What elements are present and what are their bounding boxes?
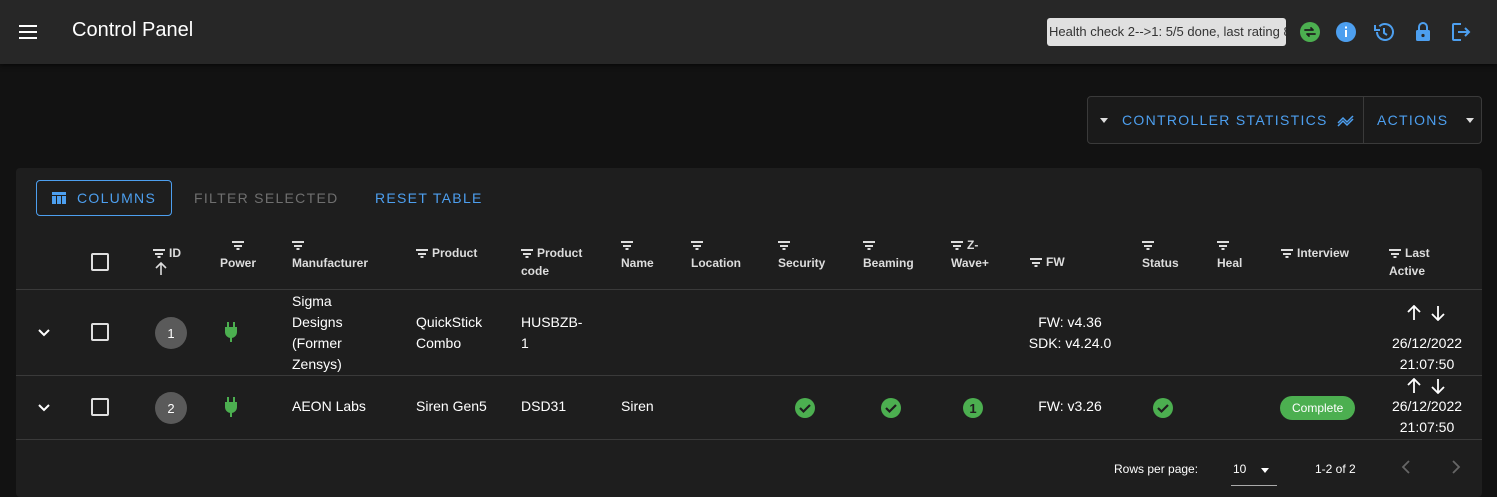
view-column-icon bbox=[52, 192, 66, 204]
manufacturer-cell: Sigma Designs (Former Zensys) bbox=[292, 293, 343, 372]
header-heal[interactable]: Heal bbox=[1217, 236, 1242, 272]
filter-icon[interactable] bbox=[691, 241, 703, 251]
nodes-table-card: COLUMNS FILTER SELECTED RESET TABLE ID P… bbox=[16, 168, 1482, 497]
filter-icon[interactable] bbox=[292, 241, 304, 251]
last-active-cell: 26/12/2022 21:07:50 bbox=[1391, 398, 1463, 435]
controller-statistics-label: CONTROLLER STATISTICS bbox=[1122, 112, 1328, 128]
reset-table-button[interactable]: RESET TABLE bbox=[375, 180, 483, 216]
header-id[interactable]: ID bbox=[153, 244, 181, 281]
filter-icon[interactable] bbox=[153, 249, 165, 259]
filter-icon[interactable] bbox=[1281, 249, 1293, 259]
expand-row-icon[interactable] bbox=[37, 326, 51, 340]
filter-icon[interactable] bbox=[232, 241, 244, 251]
controller-actions-bar: CONTROLLER STATISTICS ACTIONS bbox=[1087, 96, 1482, 144]
name-cell: Siren bbox=[621, 398, 654, 414]
arrow-down-icon[interactable] bbox=[1431, 305, 1445, 321]
zwave-plus-version-badge: 1 bbox=[963, 398, 983, 418]
node-id-badge: 2 bbox=[155, 392, 187, 424]
fw-cell: FW: v3.26 bbox=[1038, 398, 1102, 414]
table-header-row: ID Power Manufacturer Product Product cod… bbox=[16, 232, 1482, 290]
table-row[interactable]: 2 AEON Labs Siren Gen5 DSD31 Siren 1 FW:… bbox=[16, 376, 1482, 440]
trending-icon bbox=[1337, 115, 1354, 127]
last-active-cell: 26/12/2022 21:07:50 bbox=[1391, 335, 1463, 372]
columns-label: COLUMNS bbox=[77, 190, 157, 206]
pagination-range: 1-2 of 2 bbox=[1315, 462, 1356, 476]
filter-icon[interactable] bbox=[1389, 249, 1401, 259]
arrow-up-icon[interactable] bbox=[1407, 378, 1421, 394]
filter-icon[interactable] bbox=[1142, 241, 1154, 251]
filter-icon[interactable] bbox=[778, 241, 790, 251]
filter-icon[interactable] bbox=[1217, 241, 1229, 251]
row-checkbox[interactable] bbox=[91, 398, 109, 416]
header-name[interactable]: Name bbox=[621, 236, 654, 272]
header-beaming[interactable]: Beaming bbox=[863, 236, 914, 272]
rows-per-page-select[interactable]: 10 bbox=[1231, 454, 1277, 486]
menu-icon[interactable] bbox=[14, 18, 42, 46]
plug-icon bbox=[225, 397, 237, 417]
plug-icon bbox=[225, 322, 237, 342]
header-product-code[interactable]: Product code bbox=[521, 244, 582, 280]
actions-button[interactable]: ACTIONS bbox=[1364, 97, 1482, 143]
header-location[interactable]: Location bbox=[691, 236, 741, 272]
lock-icon[interactable] bbox=[1411, 20, 1435, 44]
node-id-badge: 1 bbox=[155, 317, 187, 349]
filter-icon[interactable] bbox=[951, 241, 963, 251]
filter-selected-button[interactable]: FILTER SELECTED bbox=[194, 180, 339, 216]
manufacturer-cell: AEON Labs bbox=[292, 398, 366, 414]
status-check-icon bbox=[1153, 398, 1173, 418]
info-icon[interactable] bbox=[1334, 20, 1358, 44]
next-page-icon[interactable] bbox=[1448, 459, 1464, 475]
table-row[interactable]: 1 Sigma Designs (Former Zensys) QuickSti… bbox=[16, 291, 1482, 376]
header-security[interactable]: Security bbox=[778, 236, 825, 272]
arrow-down-icon[interactable] bbox=[1431, 378, 1445, 394]
product-cell: Siren Gen5 bbox=[416, 398, 487, 414]
header-interview[interactable]: Interview bbox=[1281, 244, 1349, 262]
rows-per-page-value: 10 bbox=[1233, 462, 1247, 476]
row-checkbox[interactable] bbox=[91, 323, 109, 341]
page-title: Control Panel bbox=[72, 19, 194, 41]
interview-status-badge: Complete bbox=[1280, 396, 1356, 420]
header-product[interactable]: Product bbox=[416, 244, 477, 262]
expand-row-icon[interactable] bbox=[37, 401, 51, 415]
caret-down-icon bbox=[1466, 117, 1475, 123]
header-manufacturer[interactable]: Manufacturer bbox=[292, 236, 368, 272]
arrow-up-icon[interactable] bbox=[1407, 305, 1421, 321]
product-cell: QuickStick Combo bbox=[416, 314, 483, 351]
select-all-checkbox[interactable] bbox=[91, 253, 109, 271]
sort-ascending-icon[interactable] bbox=[155, 261, 167, 276]
caret-down-icon bbox=[1100, 117, 1108, 123]
health-check-status: Health check 2-->1: 5/5 done, last ratin… bbox=[1047, 18, 1286, 46]
history-icon[interactable] bbox=[1372, 20, 1396, 44]
header-zwave-plus[interactable]: Z- Wave+ bbox=[951, 236, 989, 272]
filter-icon[interactable] bbox=[863, 241, 875, 251]
beaming-check-icon bbox=[881, 398, 901, 418]
table-pagination: Rows per page: 10 1-2 of 2 bbox=[16, 440, 1482, 497]
header-power[interactable]: Power bbox=[218, 236, 258, 272]
filter-icon[interactable] bbox=[521, 249, 533, 259]
product-code-cell: DSD31 bbox=[521, 398, 567, 414]
logout-icon[interactable] bbox=[1448, 20, 1472, 44]
rows-per-page-label: Rows per page: bbox=[1114, 462, 1199, 476]
filter-icon[interactable] bbox=[621, 241, 633, 251]
previous-page-icon[interactable] bbox=[1398, 459, 1414, 475]
filter-icon[interactable] bbox=[416, 249, 428, 259]
security-check-icon bbox=[795, 398, 815, 418]
header-last-active[interactable]: Last Active bbox=[1389, 244, 1430, 280]
actions-label: ACTIONS bbox=[1377, 112, 1449, 128]
columns-button[interactable]: COLUMNS bbox=[36, 180, 172, 216]
sync-icon[interactable] bbox=[1298, 20, 1322, 44]
controller-statistics-button[interactable]: CONTROLLER STATISTICS bbox=[1088, 97, 1363, 143]
app-bar: Control Panel Health check 2-->1: 5/5 do… bbox=[0, 0, 1497, 64]
caret-down-icon bbox=[1261, 468, 1269, 473]
header-fw[interactable]: FW bbox=[1030, 253, 1065, 271]
header-status[interactable]: Status bbox=[1142, 236, 1179, 272]
filter-icon[interactable] bbox=[1030, 258, 1042, 268]
fw-cell: FW: v4.36 SDK: v4.24.0 bbox=[1028, 314, 1112, 351]
product-code-cell: HUSBZB- 1 bbox=[521, 314, 583, 351]
